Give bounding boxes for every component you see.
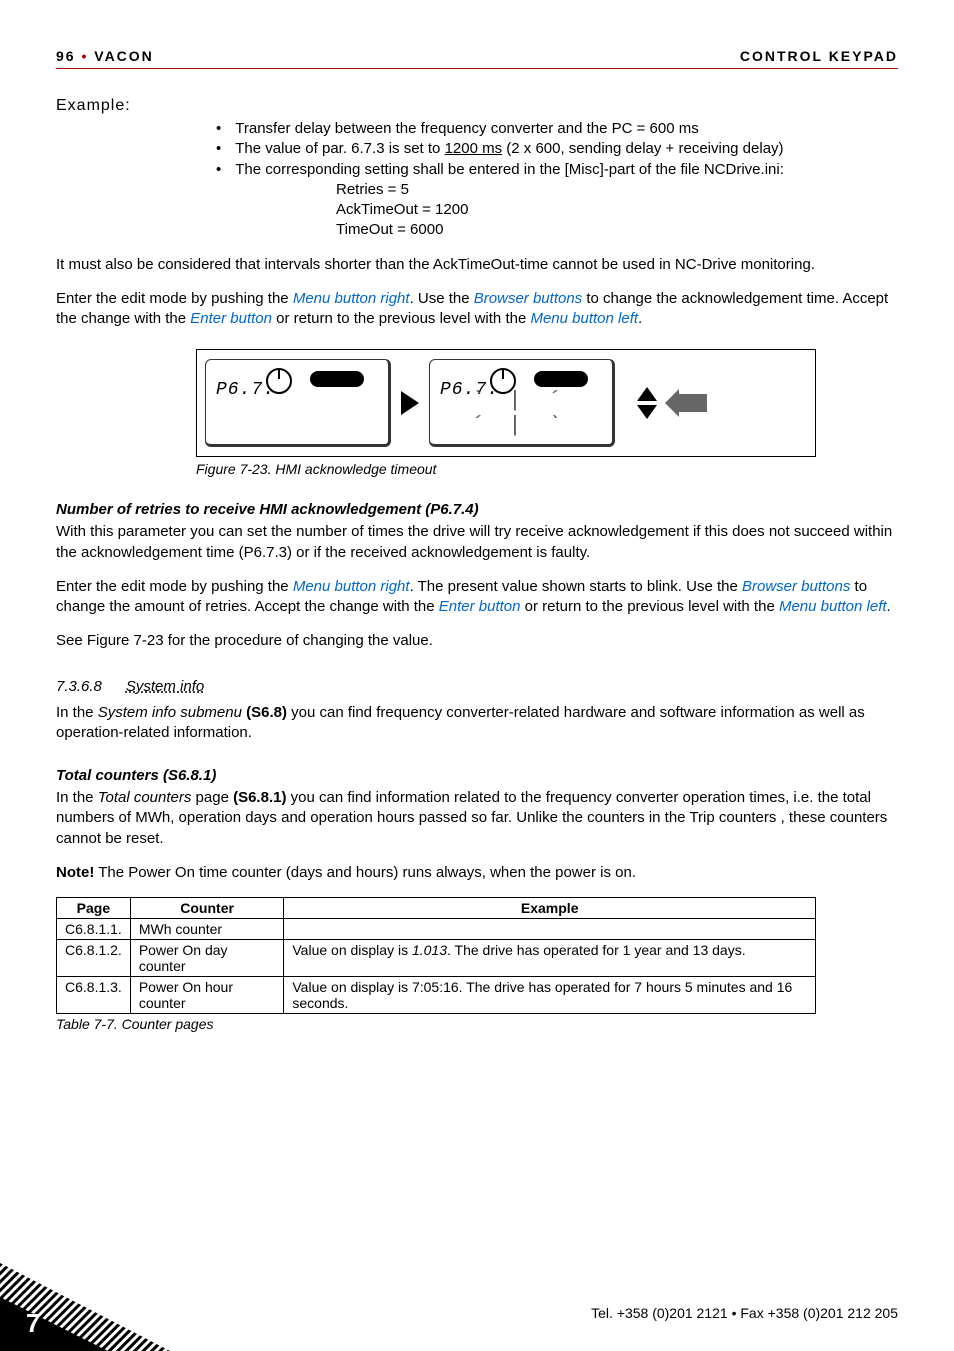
table-header-row: Page Counter Example xyxy=(57,898,816,919)
footer-contact: Tel. +358 (0)201 2121 • Fax +358 (0)201 … xyxy=(591,1305,898,1321)
body-paragraph: Enter the edit mode by pushing the Menu … xyxy=(56,289,898,330)
example-label: Example: xyxy=(56,97,898,115)
link-menu-left[interactable]: Menu button left xyxy=(530,310,638,327)
brand: VACON xyxy=(94,48,154,64)
bullet-item: The value of par. 6.7.3 is set to 1200 m… xyxy=(216,139,898,159)
header-rule xyxy=(56,68,898,69)
note-paragraph: Note! The Power On time counter (days an… xyxy=(56,863,898,883)
table-caption: Table 7-7. Counter pages xyxy=(56,1016,898,1032)
link-enter-button[interactable]: Enter button xyxy=(439,598,521,615)
col-example: Example xyxy=(284,898,816,919)
body-paragraph: See Figure 7-23 for the procedure of cha… xyxy=(56,631,898,651)
bullet-icon: • xyxy=(81,48,94,64)
display-panel: P6.7.3 xyxy=(205,359,391,447)
header-right: CONTROL KEYPAD xyxy=(740,48,898,64)
link-enter-button[interactable]: Enter button xyxy=(190,310,272,327)
col-counter: Counter xyxy=(130,898,284,919)
link-browser-buttons[interactable]: Browser buttons xyxy=(474,290,582,307)
link-browser-buttons[interactable]: Browser buttons xyxy=(742,578,850,595)
subheading: Number of retries to receive HMI acknowl… xyxy=(56,501,898,518)
table-row: C6.8.1.2. Power On day counter Value on … xyxy=(57,940,816,977)
page-footer: 7 Tel. +358 (0)201 2121 • Fax +358 (0)20… xyxy=(0,1263,954,1351)
table-row: C6.8.1.3. Power On hour counter Value on… xyxy=(57,977,816,1014)
sub-line: TimeOut = 6000 xyxy=(336,220,898,240)
body-paragraph: Enter the edit mode by pushing the Menu … xyxy=(56,577,898,618)
bullet-item: Transfer delay between the frequency con… xyxy=(216,119,898,139)
pill-icon xyxy=(310,371,364,387)
page-header: 96 • VACON CONTROL KEYPAD xyxy=(56,48,898,64)
arrow-right-icon xyxy=(401,391,419,415)
body-paragraph: With this parameter you can set the numb… xyxy=(56,522,898,563)
updown-arrows-icon xyxy=(637,387,657,419)
footer-chapter-number: 7 xyxy=(26,1308,40,1339)
section-heading: 7.3.6.8System info xyxy=(56,678,898,695)
sub-line: AckTimeOut = 1200 xyxy=(336,200,898,220)
body-paragraph: In the System info submenu (S6.8) you ca… xyxy=(56,703,898,744)
example-bullets: Transfer delay between the frequency con… xyxy=(216,119,898,180)
enter-arrow-icon xyxy=(665,389,707,417)
link-menu-right[interactable]: Menu button right xyxy=(293,578,410,595)
rotary-icon xyxy=(266,368,292,394)
figure-hmi-timeout: P6.7.3 P6.7.3 ` | ´´ | ` xyxy=(196,349,816,457)
link-menu-left[interactable]: Menu button left xyxy=(779,598,887,615)
display-panel: P6.7.3 ` | ´´ | ` xyxy=(429,359,615,447)
page-number: 96 xyxy=(56,48,76,64)
link-menu-right[interactable]: Menu button right xyxy=(293,290,410,307)
figure-caption: Figure 7-23. HMI acknowledge timeout xyxy=(196,461,898,477)
sub-line: Retries = 5 xyxy=(336,180,898,200)
body-paragraph: In the Total counters page (S6.8.1) you … xyxy=(56,788,898,849)
pill-icon xyxy=(534,371,588,387)
seven-seg-icon: ` | ´´ | ` xyxy=(470,388,566,438)
col-page: Page xyxy=(57,898,131,919)
subheading: Total counters (S6.8.1) xyxy=(56,767,898,784)
header-left: 96 • VACON xyxy=(56,48,154,64)
counter-table: Page Counter Example C6.8.1.1. MWh count… xyxy=(56,897,816,1014)
bullet-item: The corresponding setting shall be enter… xyxy=(216,160,898,180)
body-paragraph: It must also be considered that interval… xyxy=(56,255,898,275)
table-row: C6.8.1.1. MWh counter xyxy=(57,919,816,940)
